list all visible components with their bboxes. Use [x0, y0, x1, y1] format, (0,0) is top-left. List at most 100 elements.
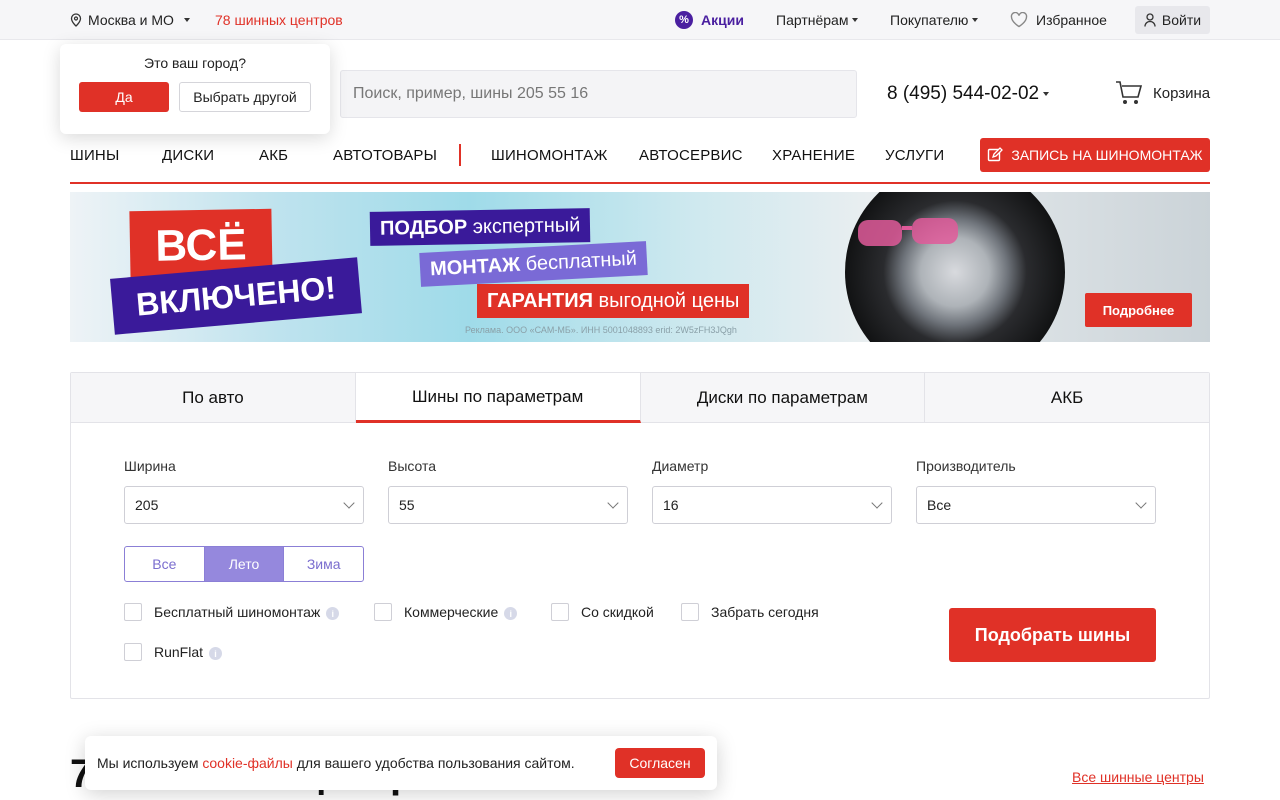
- city-other-button[interactable]: Выбрать другой: [179, 82, 311, 112]
- partners-menu[interactable]: Партнёрам: [776, 0, 859, 40]
- login-button[interactable]: Войти: [1135, 6, 1210, 34]
- main-nav: ШИНЫ ДИСКИ АКБ АВТОТОВАРЫ ШИНОМОНТАЖ АВТ…: [70, 138, 1210, 184]
- season-toggle: Все Лето Зима: [124, 546, 364, 582]
- nav-item-wheels[interactable]: ДИСКИ: [162, 147, 214, 164]
- banner-line2-bold: МОНТАЖ: [429, 253, 521, 280]
- runflat-label: RunFlat: [154, 644, 204, 660]
- cookie-text-before: Мы используем: [97, 755, 203, 771]
- height-value: 55: [399, 497, 415, 513]
- commercial-label: Коммерческие: [404, 604, 499, 620]
- all-centers-link[interactable]: Все шинные центры: [1072, 769, 1204, 785]
- pickup-today-label: Забрать сегодня: [711, 604, 819, 620]
- nav-item-services[interactable]: УСЛУГИ: [885, 147, 944, 164]
- nav-item-batteries[interactable]: АКБ: [259, 147, 288, 164]
- nav-item-tire-service[interactable]: ШИНОМОНТАЖ: [491, 147, 608, 164]
- height-label: Высота: [388, 458, 437, 474]
- info-icon[interactable]: i: [326, 607, 340, 620]
- nav-divider: [459, 144, 461, 166]
- caret-down-icon: [183, 18, 190, 22]
- nav-item-autoservice[interactable]: АВТОСЕРВИС: [639, 147, 743, 164]
- height-field: Высота 55: [388, 458, 628, 524]
- cookie-notice: Мы используем cookie-файлы для вашего уд…: [85, 736, 717, 790]
- nav-item-autogoods[interactable]: АВТОТОВАРЫ: [333, 147, 437, 164]
- diameter-label: Диаметр: [652, 458, 709, 474]
- info-icon[interactable]: i: [209, 647, 223, 660]
- phone-label: 8 (495) 544-02-02: [887, 83, 1040, 104]
- banner-line-mounting: МОНТАЖ бесплатный: [419, 241, 648, 287]
- tire-selector-panel: По авто Шины по параметрам Диски по пара…: [70, 372, 1210, 699]
- book-label: ЗАПИСЬ НА ШИНОМОНТАЖ: [1011, 147, 1203, 163]
- banner-line-guarantee: ГАРАНТИЯ выгодной цены: [477, 284, 750, 318]
- chevron-down-icon: [871, 497, 883, 509]
- brand-label: Производитель: [916, 458, 1016, 474]
- city-yes-button[interactable]: Да: [79, 82, 169, 112]
- width-label: Ширина: [124, 458, 176, 474]
- cart-label: Корзина: [1153, 84, 1211, 102]
- checkbox-box[interactable]: [124, 643, 142, 661]
- promo-link[interactable]: % Акции: [675, 0, 744, 40]
- centers-link[interactable]: 78 шинных центров: [215, 12, 343, 28]
- checkbox-box[interactable]: [681, 603, 699, 621]
- banner-more-button[interactable]: Подробнее: [1085, 293, 1192, 327]
- edit-icon: [988, 147, 1004, 162]
- book-tire-service-button[interactable]: ЗАПИСЬ НА ШИНОМОНТАЖ: [980, 138, 1210, 172]
- tab-wheels-by-params[interactable]: Диски по параметрам: [641, 373, 926, 422]
- promo-banner[interactable]: ВСЁ ВКЛЮЧЕНО! ПОДБОР экспертный МОНТАЖ б…: [70, 192, 1210, 342]
- banner-line2-text: бесплатный: [525, 247, 638, 275]
- city-label[interactable]: Москва и МО: [88, 12, 174, 28]
- discount-label: Со скидкой: [581, 604, 654, 620]
- nav-item-tires[interactable]: ШИНЫ: [70, 147, 119, 164]
- cart-link[interactable]: Корзина: [1115, 80, 1210, 106]
- free-mounting-label: Бесплатный шиномонтаж: [154, 604, 321, 620]
- banner-line3-text: выгодной цены: [598, 289, 740, 312]
- season-all[interactable]: Все: [125, 547, 205, 581]
- city-confirm-popup: Это ваш город? Да Выбрать другой: [60, 44, 330, 134]
- pickup-today-checkbox[interactable]: Забрать сегодня: [681, 603, 819, 621]
- top-bar: Москва и МО 78 шинных центров % Акции Па…: [0, 0, 1280, 40]
- tab-tires-by-params[interactable]: Шины по параметрам: [355, 373, 641, 423]
- caret-down-icon: [1043, 91, 1050, 96]
- width-field: Ширина 205: [124, 458, 364, 524]
- checkbox-box[interactable]: [124, 603, 142, 621]
- tab-batteries[interactable]: АКБ: [925, 373, 1209, 422]
- caret-down-icon: [852, 18, 859, 22]
- cart-icon: [1116, 81, 1143, 104]
- banner-ad-note: Реклама. ООО «САМ-МБ». ИНН 5001048893 er…: [465, 325, 737, 335]
- chevron-down-icon: [1135, 497, 1147, 509]
- find-tires-button[interactable]: Подобрать шины: [949, 608, 1156, 662]
- chevron-down-icon: [343, 497, 355, 509]
- nav-item-storage[interactable]: ХРАНЕНИЕ: [772, 147, 855, 164]
- login-label: Войти: [1161, 12, 1202, 28]
- brand-field: Производитель Все: [916, 458, 1156, 524]
- search-input[interactable]: [340, 70, 857, 118]
- user-icon: [1144, 13, 1156, 27]
- location-pin-icon: [70, 13, 82, 27]
- width-select[interactable]: 205: [124, 486, 364, 524]
- phone-number[interactable]: 8 (495) 544-02-02: [887, 83, 1050, 105]
- info-icon[interactable]: i: [504, 607, 518, 620]
- commercial-checkbox[interactable]: Коммерческие i: [374, 603, 518, 621]
- runflat-checkbox[interactable]: RunFlat i: [124, 643, 223, 661]
- buyers-menu[interactable]: Покупателю: [890, 0, 979, 40]
- season-summer[interactable]: Лето: [204, 547, 285, 581]
- diameter-select[interactable]: 16: [652, 486, 892, 524]
- free-mounting-checkbox[interactable]: Бесплатный шиномонтаж i: [124, 603, 340, 621]
- height-select[interactable]: 55: [388, 486, 628, 524]
- banner-line1-text: экспертный: [472, 213, 581, 238]
- favorites-label: Избранное: [1036, 12, 1107, 28]
- tab-by-car[interactable]: По авто: [71, 373, 356, 422]
- partners-label: Партнёрам: [776, 12, 849, 28]
- width-value: 205: [135, 497, 159, 513]
- discount-checkbox[interactable]: Со скидкой: [551, 603, 654, 621]
- brand-select[interactable]: Все: [916, 486, 1156, 524]
- favorites-link[interactable]: Избранное: [1010, 0, 1107, 40]
- cookie-link[interactable]: cookie-файлы: [202, 755, 293, 771]
- cookie-text-after: для вашего удобства пользования сайтом.: [292, 755, 575, 771]
- brand-value: Все: [927, 497, 952, 513]
- checkbox-box[interactable]: [374, 603, 392, 621]
- checkbox-box[interactable]: [551, 603, 569, 621]
- season-winter[interactable]: Зима: [284, 547, 363, 581]
- banner-line-selection: ПОДБОР экспертный: [369, 208, 591, 246]
- city-selector[interactable]: Москва и МО: [70, 12, 190, 28]
- cookie-accept-button[interactable]: Согласен: [615, 748, 705, 778]
